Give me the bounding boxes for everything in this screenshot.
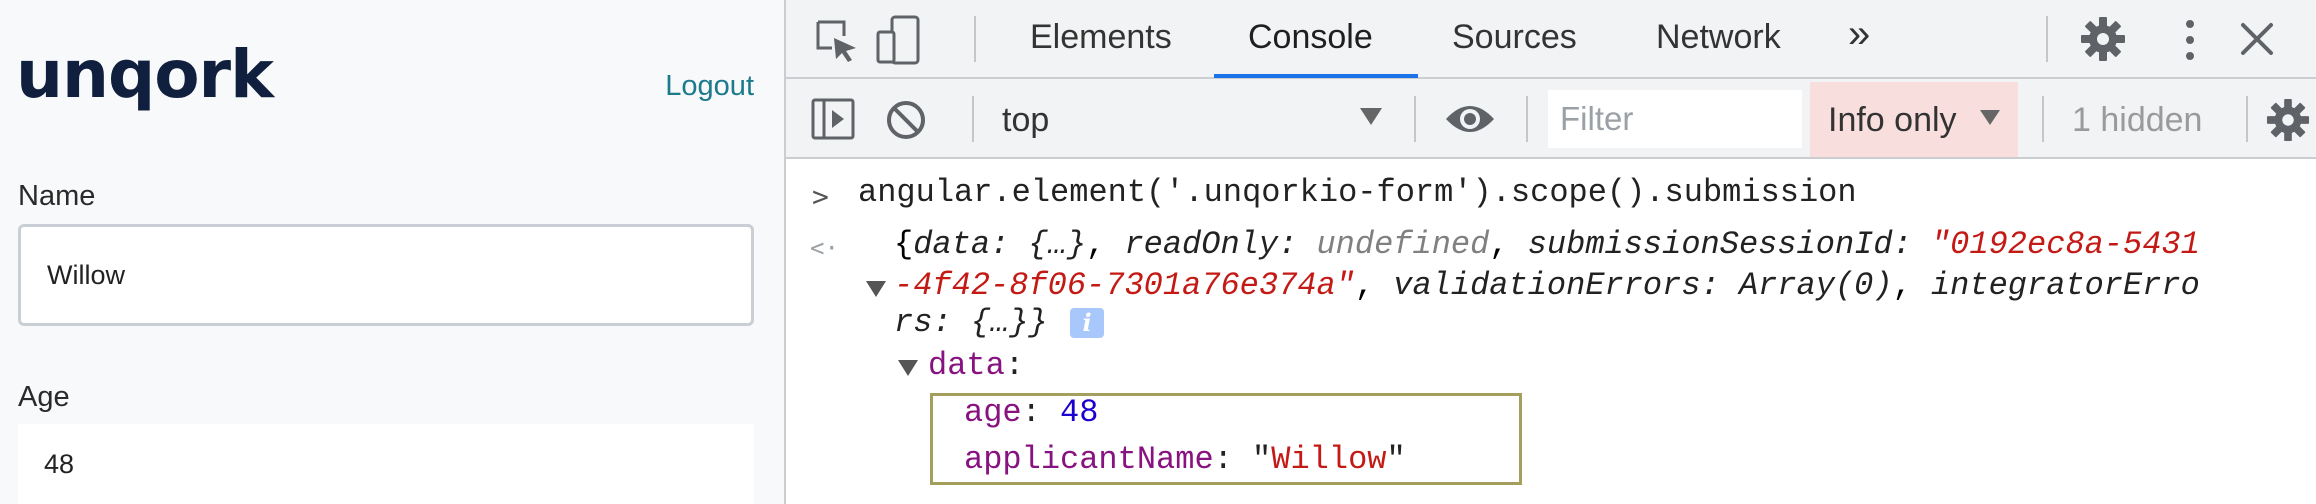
data-entry-applicant-name: applicantName: "Willow" — [964, 441, 1406, 478]
quote-open: " — [1252, 441, 1272, 478]
tab-console[interactable]: Console — [1248, 18, 1373, 57]
toolbar-separator-1 — [972, 96, 974, 142]
return-arrow-icon: <· — [810, 234, 839, 262]
chevron-down-icon[interactable] — [1360, 108, 1382, 125]
colon: : — [1278, 226, 1317, 263]
result-data-key: data — [913, 226, 991, 263]
toolbar-separator-3 — [1526, 96, 1528, 142]
filter-input[interactable] — [1548, 90, 1802, 148]
settings-icon[interactable] — [2080, 16, 2126, 67]
age-key: age — [964, 394, 1022, 431]
logout-link[interactable]: Logout — [665, 70, 754, 103]
colon: : — [990, 226, 1029, 263]
result-session-value-part1: "0192ec8a-5431 — [1930, 226, 2200, 263]
console-settings-icon[interactable] — [2266, 98, 2310, 147]
colon: : — [932, 304, 971, 341]
result-expand-triangle-icon[interactable] — [866, 281, 886, 297]
result-integrator-key-part1: integratorErro — [1930, 267, 2200, 304]
device-toolbar-icon[interactable] — [874, 14, 924, 71]
data-node-line[interactable]: data: — [928, 347, 1024, 384]
colon: : — [1004, 347, 1025, 384]
inspect-icon[interactable] — [814, 18, 860, 69]
age-input[interactable] — [18, 424, 754, 504]
name-label: Name — [18, 180, 96, 212]
more-tabs-button[interactable]: » — [1848, 12, 1870, 57]
data-expand-triangle-icon[interactable] — [898, 360, 918, 376]
info-icon[interactable]: i — [1070, 308, 1104, 338]
prompt-chevron-icon: > — [812, 180, 829, 213]
brace-open: { — [894, 226, 914, 263]
colon: : — [1892, 226, 1931, 263]
result-line-2: -4f42-8f06-7301a76e374a", validationErro… — [894, 267, 2200, 304]
toolbar-separator-4 — [2042, 96, 2044, 142]
tab-elements[interactable]: Elements — [1030, 18, 1172, 57]
applicant-name-key: applicantName — [964, 441, 1214, 478]
unqork-logo: unqork — [16, 36, 274, 113]
result-readonly-value: undefined — [1316, 226, 1490, 263]
tab-sources[interactable]: Sources — [1452, 18, 1577, 57]
comma: , — [1489, 226, 1528, 263]
age-label: Age — [18, 381, 70, 413]
result-session-key: submissionSessionId — [1527, 226, 1893, 263]
kebab-menu-icon[interactable] — [2184, 18, 2196, 67]
tab-bar-separator-right — [2046, 16, 2048, 62]
context-selector[interactable]: top — [1002, 101, 1049, 140]
colon: : — [1021, 394, 1061, 431]
comma: , — [1354, 267, 1394, 304]
toolbar-separator-2 — [1414, 96, 1416, 142]
clear-console-icon[interactable] — [884, 98, 928, 147]
console-command: angular.element('.unqorkio-form').scope(… — [858, 174, 1857, 211]
close-icon[interactable] — [2240, 22, 2274, 61]
hidden-messages-count: 1 hidden — [2072, 101, 2203, 139]
applicant-name-value: Willow — [1271, 441, 1387, 478]
live-expression-eye-icon[interactable] — [1444, 101, 1496, 142]
result-validation-key: validationErrors — [1393, 267, 1701, 304]
result-integrator-value: {…} — [970, 304, 1029, 341]
age-value: 48 — [1060, 394, 1099, 431]
tab-network[interactable]: Network — [1656, 18, 1781, 57]
sidebar-toggle-icon[interactable] — [810, 97, 856, 146]
result-line-3: rs: {…}} — [894, 304, 1048, 341]
toolbar-separator-5 — [2246, 96, 2248, 142]
colon: : — [1213, 441, 1253, 478]
app-pane: unqork Logout Name Age — [0, 0, 784, 504]
comma: , — [1892, 267, 1931, 304]
result-line-1[interactable]: {data: {…}, readOnly: undefined, submiss… — [894, 226, 2200, 263]
tab-bar-separator — [974, 16, 976, 62]
active-tab-indicator — [1214, 74, 1418, 78]
result-integrator-key-part2: rs — [894, 304, 933, 341]
colon: : — [1700, 267, 1739, 304]
log-levels-label[interactable]: Info only — [1828, 101, 1957, 140]
comma: , — [1086, 226, 1125, 263]
quote-close: " — [1386, 441, 1406, 478]
result-validation-value: Array(0) — [1738, 267, 1893, 304]
result-readonly-key: readOnly — [1124, 226, 1279, 263]
data-entry-age: age: 48 — [964, 394, 1098, 431]
devtools-tab-bar: Elements Console Sources Network » — [786, 0, 2316, 79]
brace-close: } — [1028, 304, 1048, 341]
log-levels-chevron-icon[interactable] — [1980, 110, 2000, 125]
name-input[interactable] — [18, 224, 754, 326]
result-data-preview: {…} — [1028, 226, 1087, 263]
devtools-panel: Elements Console Sources Network » top F… — [784, 0, 2316, 504]
result-session-value-part2: -4f42-8f06-7301a76e374a" — [894, 267, 1355, 304]
data-node-label: data — [928, 347, 1005, 384]
